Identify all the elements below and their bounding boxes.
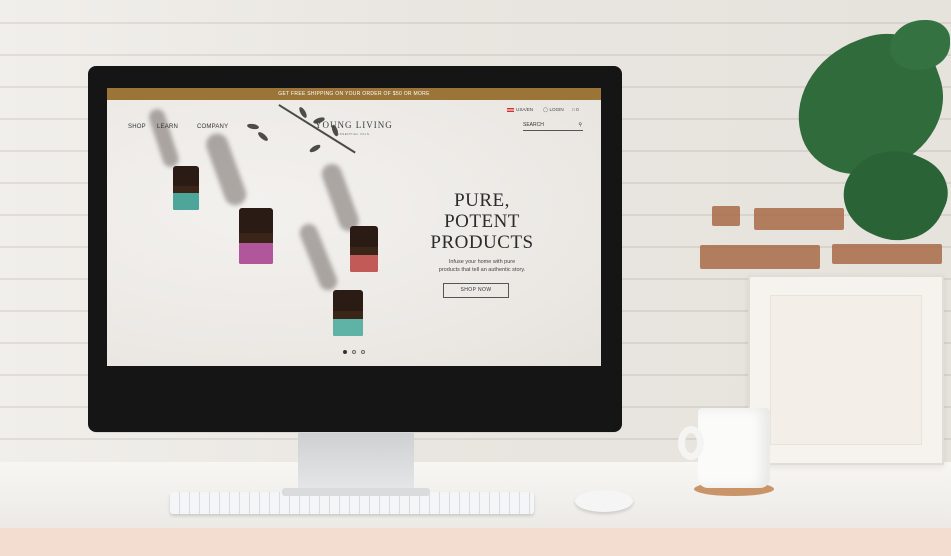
frame-mat [770,295,922,445]
locale-label: USA/EN [516,107,534,112]
headline-line: PURE, [454,190,510,211]
search-input[interactable]: SEARCH ⚲ [523,122,583,131]
headline-line: PRODUCTS [430,232,534,253]
subtext-line: Infuse your home with pure [448,259,516,265]
search-icon[interactable]: ⚲ [578,122,582,128]
cart-count: 0 [576,107,579,112]
hero-subtext: Infuse your home with pure products that… [407,258,557,274]
website-screen: GET FREE SHIPPING ON YOUR ORDER OF $50 O… [107,88,601,366]
hero-headline: PURE, POTENT PRODUCTS [407,190,557,253]
locale-selector[interactable]: USA/EN [507,107,533,112]
exposed-brick [832,244,942,264]
mouse [575,490,633,512]
subtext-line: products that tell an authentic story. [438,267,526,273]
monitor-stand-foot [282,488,430,496]
oil-bottle[interactable] [350,226,378,272]
logo-tagline: ESSENTIAL OILS [337,132,370,136]
exposed-brick [700,245,820,269]
bottle-cap [333,290,363,311]
monitor-stand [298,433,414,493]
carousel-dot[interactable] [352,350,356,354]
mug-handle [678,426,704,460]
bottle-label [333,318,363,336]
oil-bottle[interactable] [239,208,273,264]
bottle-cap [350,226,378,247]
bottle-label [239,242,273,264]
login-link[interactable]: ◯ LOGIN [543,107,564,113]
headline-line: POTENT [444,211,520,232]
login-label: LOGIN [549,107,564,112]
oil-bottle[interactable] [173,166,199,210]
exposed-brick [754,208,844,230]
exposed-brick [712,206,740,226]
bottle-label [173,193,199,210]
site-logo[interactable]: YOUNG LIVING [315,120,393,130]
bag-icon: □ [572,107,575,112]
nav-shop[interactable]: SHOP [128,124,146,130]
bottle-cap [239,208,273,234]
carousel-dots [343,350,365,354]
coffee-mug [678,408,770,488]
shop-now-button[interactable]: SHOP NOW [443,283,509,298]
us-flag-icon [507,107,514,112]
picture-frame [748,275,944,465]
nav-company[interactable]: COMPANY [197,124,228,130]
promo-bar[interactable]: GET FREE SHIPPING ON YOUR ORDER OF $50 O… [107,88,601,100]
bottle-label [350,254,378,272]
oil-bottle[interactable] [333,290,363,336]
carousel-dot[interactable] [361,350,365,354]
carousel-dot[interactable] [343,350,347,354]
cart-link[interactable]: □ 0 [572,107,579,112]
desk-edge [0,528,951,556]
search-placeholder: SEARCH [523,122,544,128]
user-icon: ◯ [543,107,549,112]
nav-learn[interactable]: LEARN [157,124,178,130]
bottle-cap [173,166,199,186]
